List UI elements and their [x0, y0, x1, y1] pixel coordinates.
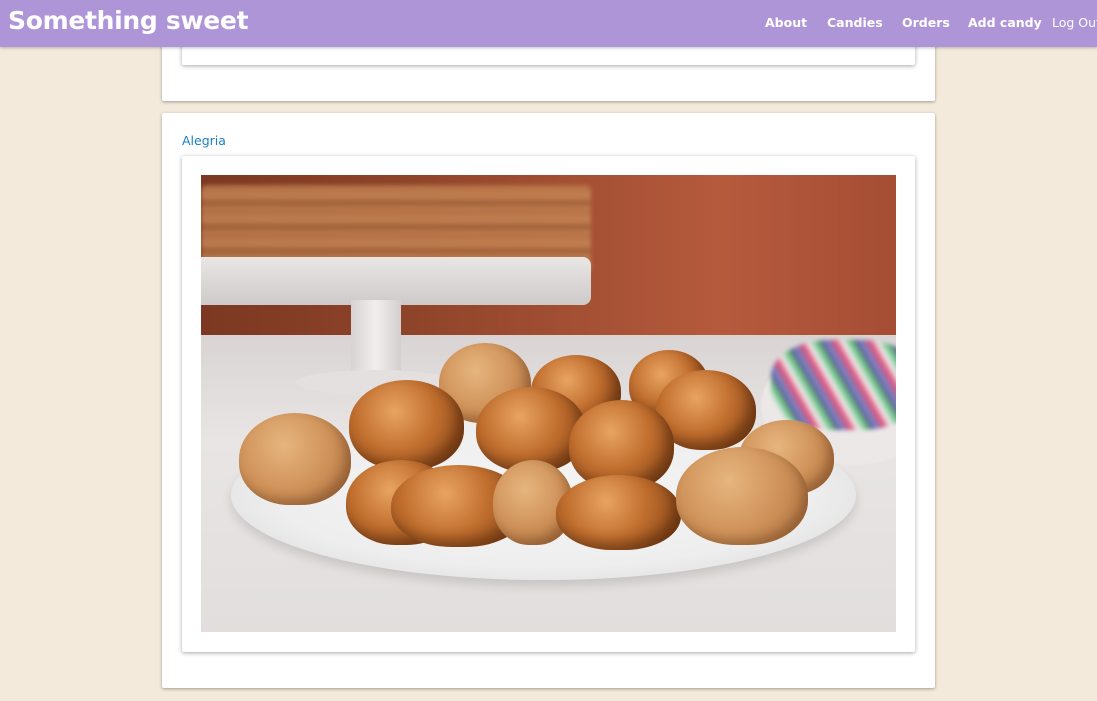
nav-link-about[interactable]: About: [765, 15, 807, 30]
candy-title-link[interactable]: Alegria: [182, 133, 226, 148]
nav-link-log-out[interactable]: Log Out: [1052, 15, 1097, 30]
photo-candy-ball: [239, 413, 351, 505]
nav-link-candies[interactable]: Candies: [827, 15, 883, 30]
photo-cake-stand-top: [201, 257, 591, 305]
photo-side-candy: [771, 340, 896, 430]
nav-link-add-candy[interactable]: Add candy: [968, 15, 1042, 30]
top-navbar: Something sweet About Candies Orders Add…: [0, 0, 1097, 47]
candy-image-frame: [182, 156, 915, 652]
photo-candy-ball: [676, 447, 808, 545]
brand-logo-link[interactable]: Something sweet: [8, 6, 249, 35]
candy-photo[interactable]: [201, 175, 896, 632]
candy-card: Alegria: [162, 113, 935, 688]
photo-candy-ball: [349, 380, 464, 470]
photo-candy-ball: [556, 475, 681, 550]
nav-link-orders[interactable]: Orders: [902, 15, 950, 30]
